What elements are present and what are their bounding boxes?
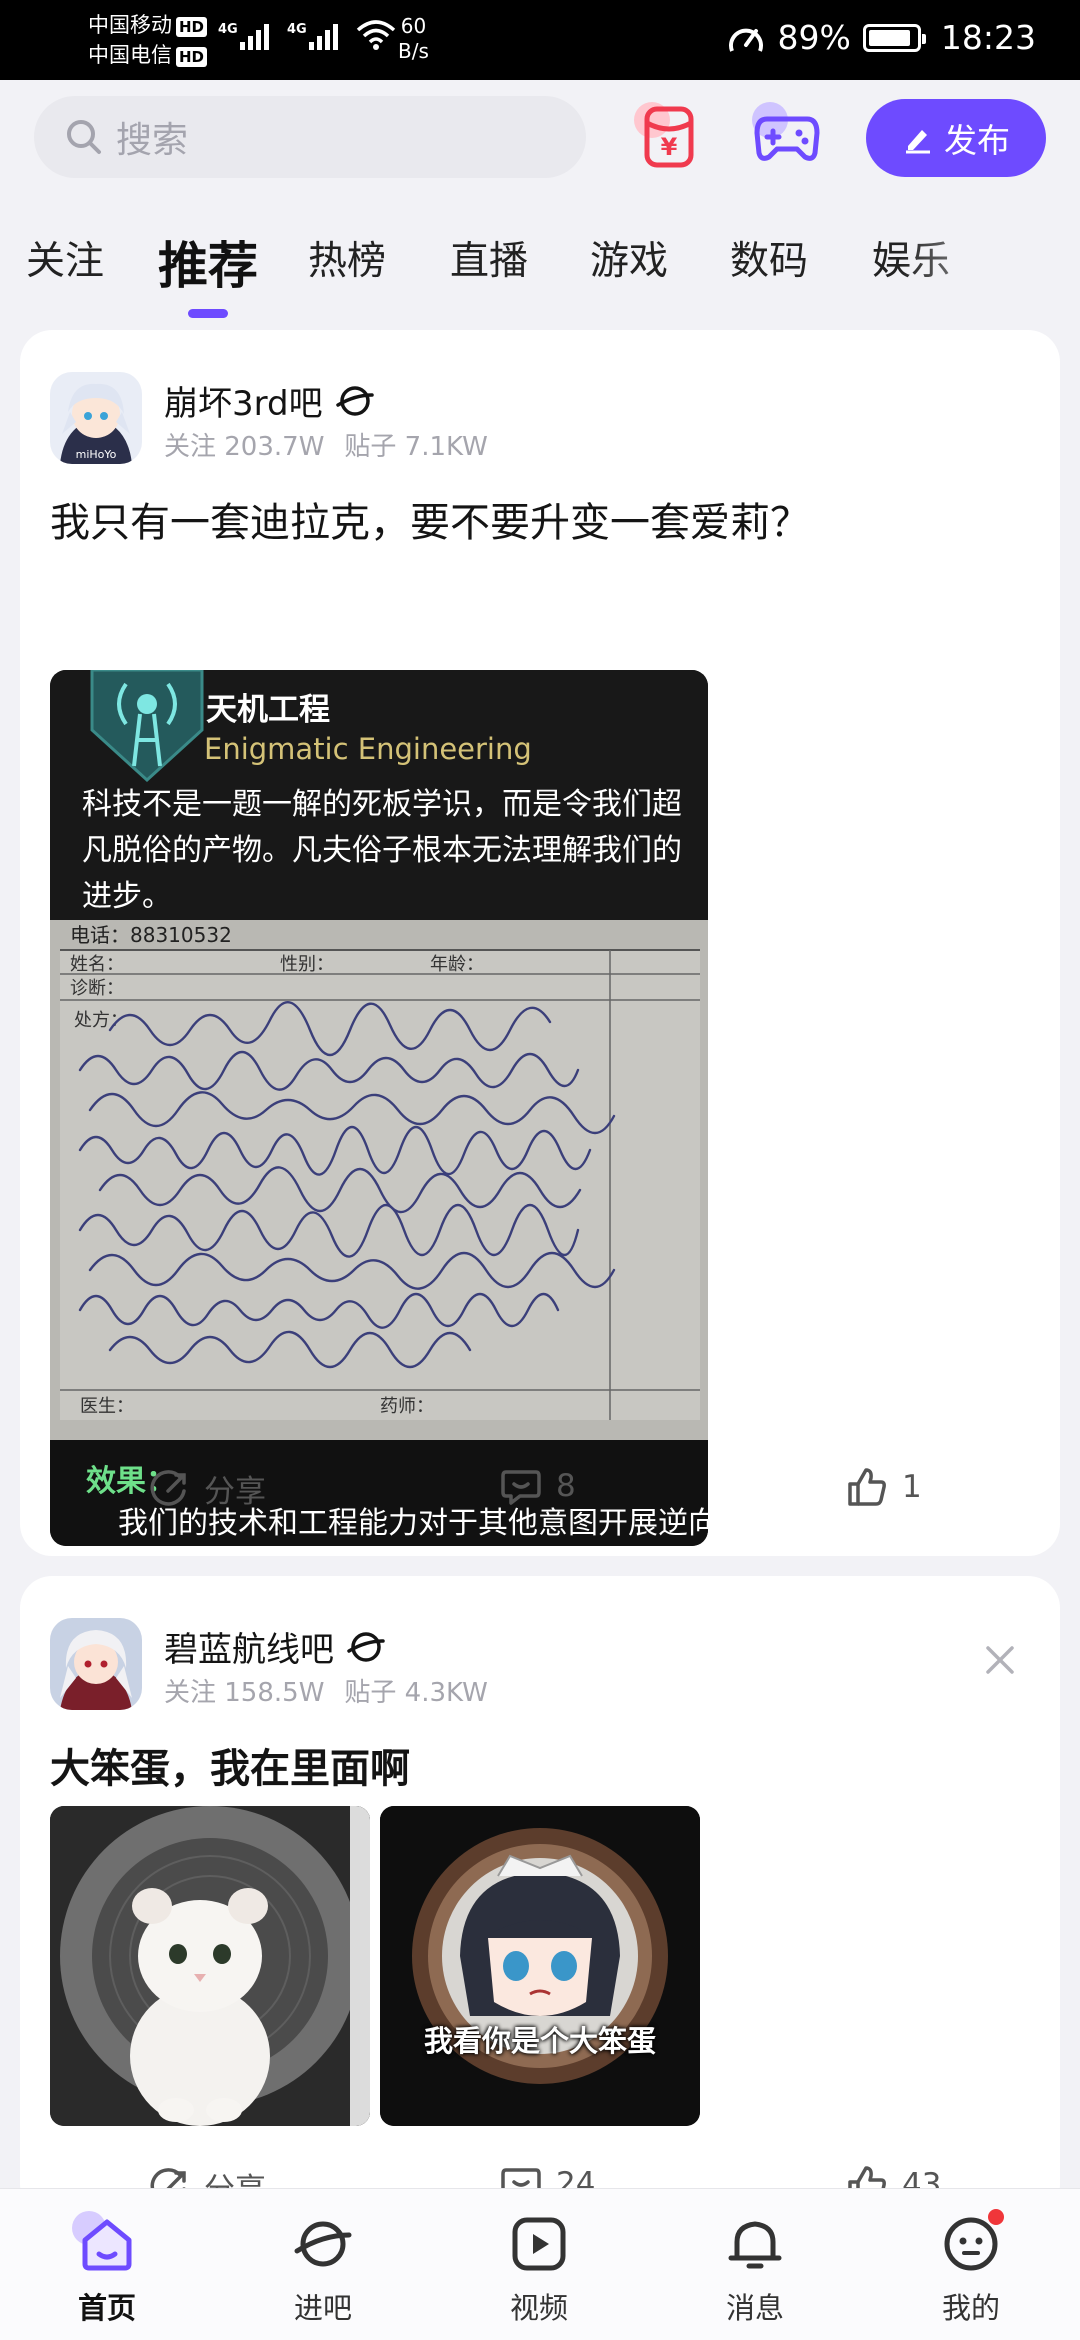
- post-image-cat[interactable]: [50, 1806, 370, 2126]
- tab-recommend[interactable]: 推荐: [158, 226, 258, 318]
- clock: 18:23: [940, 18, 1036, 57]
- bottom-navigation: 首页 进吧 视频 消息 我的: [0, 2188, 1080, 2340]
- search-bar[interactable]: 搜索: [34, 96, 586, 178]
- tab-digital[interactable]: 数码: [730, 230, 808, 286]
- bell-icon: [728, 2221, 782, 2269]
- svg-text:电话：88310532: 电话：88310532: [70, 923, 232, 947]
- gamepad-icon: [754, 116, 820, 161]
- svg-text:性别：: 性别：: [280, 954, 334, 975]
- search-placeholder: 搜索: [116, 120, 189, 161]
- comment-icon: [501, 1470, 541, 1505]
- post-card[interactable]: 碧蓝航线吧 关注 158.5W 贴子 4.3KW 大笨蛋，我在里面啊 我看你是个…: [20, 1576, 1060, 2216]
- planet-icon: [347, 1631, 385, 1662]
- close-icon[interactable]: [978, 1638, 1022, 1682]
- network-speed: 60 B/s: [398, 14, 429, 63]
- forum-stats: 关注 158.5W 贴子 4.3KW: [164, 1678, 488, 1708]
- active-tab-indicator: [188, 309, 228, 318]
- post-title[interactable]: 我只有一套迪拉克，要不要升变一套爱莉？: [50, 490, 810, 548]
- share-button[interactable]: 分享: [150, 1466, 266, 1511]
- svg-text:医生：: 医生：: [80, 1396, 134, 1417]
- image-body-text: 科技不是一题一解的死板学识，而是令我们超凡脱俗的产物。凡夫俗子根本无法理解我们的…: [82, 787, 682, 914]
- hd-badge: HD: [176, 47, 208, 67]
- antenna-icon: [90, 670, 204, 782]
- image-title: 天机工程: [206, 692, 330, 728]
- tab-hot[interactable]: 热榜: [308, 230, 386, 286]
- prescription-photo: 电话：88310532 姓名： 性别： 年龄： 诊断： 处方： 医生： 药师：: [50, 920, 708, 1440]
- edit-icon: [906, 130, 930, 154]
- comment-button[interactable]: 8: [500, 1466, 576, 1506]
- battery-icon: [862, 23, 926, 52]
- battery-percent: 89%: [777, 18, 851, 57]
- top-header: 搜索 ¥ 发布: [0, 80, 1080, 180]
- image-subtitle: Enigmatic Engineering: [204, 732, 532, 766]
- tab-games[interactable]: 游戏: [590, 230, 668, 286]
- post-actions: 分享 8 1: [20, 1466, 1060, 1536]
- forum-name[interactable]: 碧蓝航线吧: [164, 1622, 386, 1671]
- wifi-icon: [356, 20, 396, 50]
- nav-profile[interactable]: 我的: [906, 2209, 1036, 2327]
- performance-icon: [728, 28, 763, 52]
- like-button[interactable]: 1: [846, 1466, 922, 1508]
- carrier-2: 中国电信: [88, 43, 172, 67]
- publish-button[interactable]: 发布: [866, 99, 1046, 177]
- signal-icon: 4G: [218, 22, 269, 50]
- svg-text:¥: ¥: [661, 133, 678, 161]
- meme-caption: 我看你是个大笨蛋: [423, 2024, 656, 2058]
- tab-follow[interactable]: 关注: [26, 230, 104, 286]
- svg-text:年龄：: 年龄：: [430, 954, 484, 975]
- planet-icon: [335, 385, 374, 416]
- svg-text:姓名：: 姓名：: [70, 954, 124, 975]
- nav-forums[interactable]: 进吧: [258, 2209, 388, 2327]
- tab-live[interactable]: 直播: [450, 230, 528, 286]
- carrier-info: 中国移动 HD 中国电信 HD: [88, 10, 208, 70]
- svg-text:诊断：: 诊断：: [70, 978, 124, 999]
- planet-icon: [294, 2221, 352, 2267]
- nav-messages[interactable]: 消息: [690, 2209, 820, 2327]
- share-icon: [150, 1469, 186, 1506]
- post-image[interactable]: 天机工程 Enigmatic Engineering 科技不是一题一解的死板学识…: [50, 670, 708, 1546]
- carrier-1: 中国移动: [88, 13, 172, 37]
- forum-stats: 关注 203.7W 贴子 7.1KW: [164, 432, 488, 462]
- red-packet-button[interactable]: ¥: [632, 100, 706, 174]
- nav-home[interactable]: 首页: [42, 2209, 172, 2327]
- hd-badge: HD: [176, 17, 208, 37]
- game-center-button[interactable]: [750, 100, 824, 174]
- post-card[interactable]: miHoYo 崩坏3rd吧 关注 203.7W 贴子 7.1KW 我只有一套迪拉克…: [20, 330, 1060, 1556]
- post-title[interactable]: 大笨蛋，我在里面啊: [50, 1736, 410, 1794]
- svg-text:药师：: 药师：: [380, 1396, 434, 1417]
- thumbs-up-icon: [848, 1468, 886, 1506]
- home-icon: [82, 2219, 132, 2271]
- nav-video[interactable]: 视频: [474, 2209, 604, 2327]
- forum-avatar[interactable]: [50, 1618, 142, 1710]
- status-bar: 中国移动 HD 中国电信 HD 4G 4G 60 B/s 89% 18:23: [0, 0, 1080, 80]
- forum-name[interactable]: 崩坏3rd吧: [164, 376, 375, 425]
- post-image-meme[interactable]: 我看你是个大笨蛋: [380, 1806, 700, 2126]
- video-play-icon: [512, 2217, 566, 2271]
- search-icon: [67, 120, 101, 154]
- svg-text:处方：: 处方：: [74, 1010, 128, 1031]
- red-packet-icon: ¥: [644, 106, 694, 168]
- category-tabs: 关注 推荐 热榜 直播 游戏 数码 娱乐: [0, 210, 1080, 320]
- publish-label: 发布: [944, 121, 1010, 160]
- svg-text:miHoYo: miHoYo: [76, 448, 117, 461]
- signal-icon: 4G: [287, 22, 338, 50]
- notification-dot: [988, 2209, 1004, 2225]
- signal-indicators: 4G 4G: [218, 18, 396, 50]
- forum-avatar[interactable]: miHoYo: [50, 372, 142, 464]
